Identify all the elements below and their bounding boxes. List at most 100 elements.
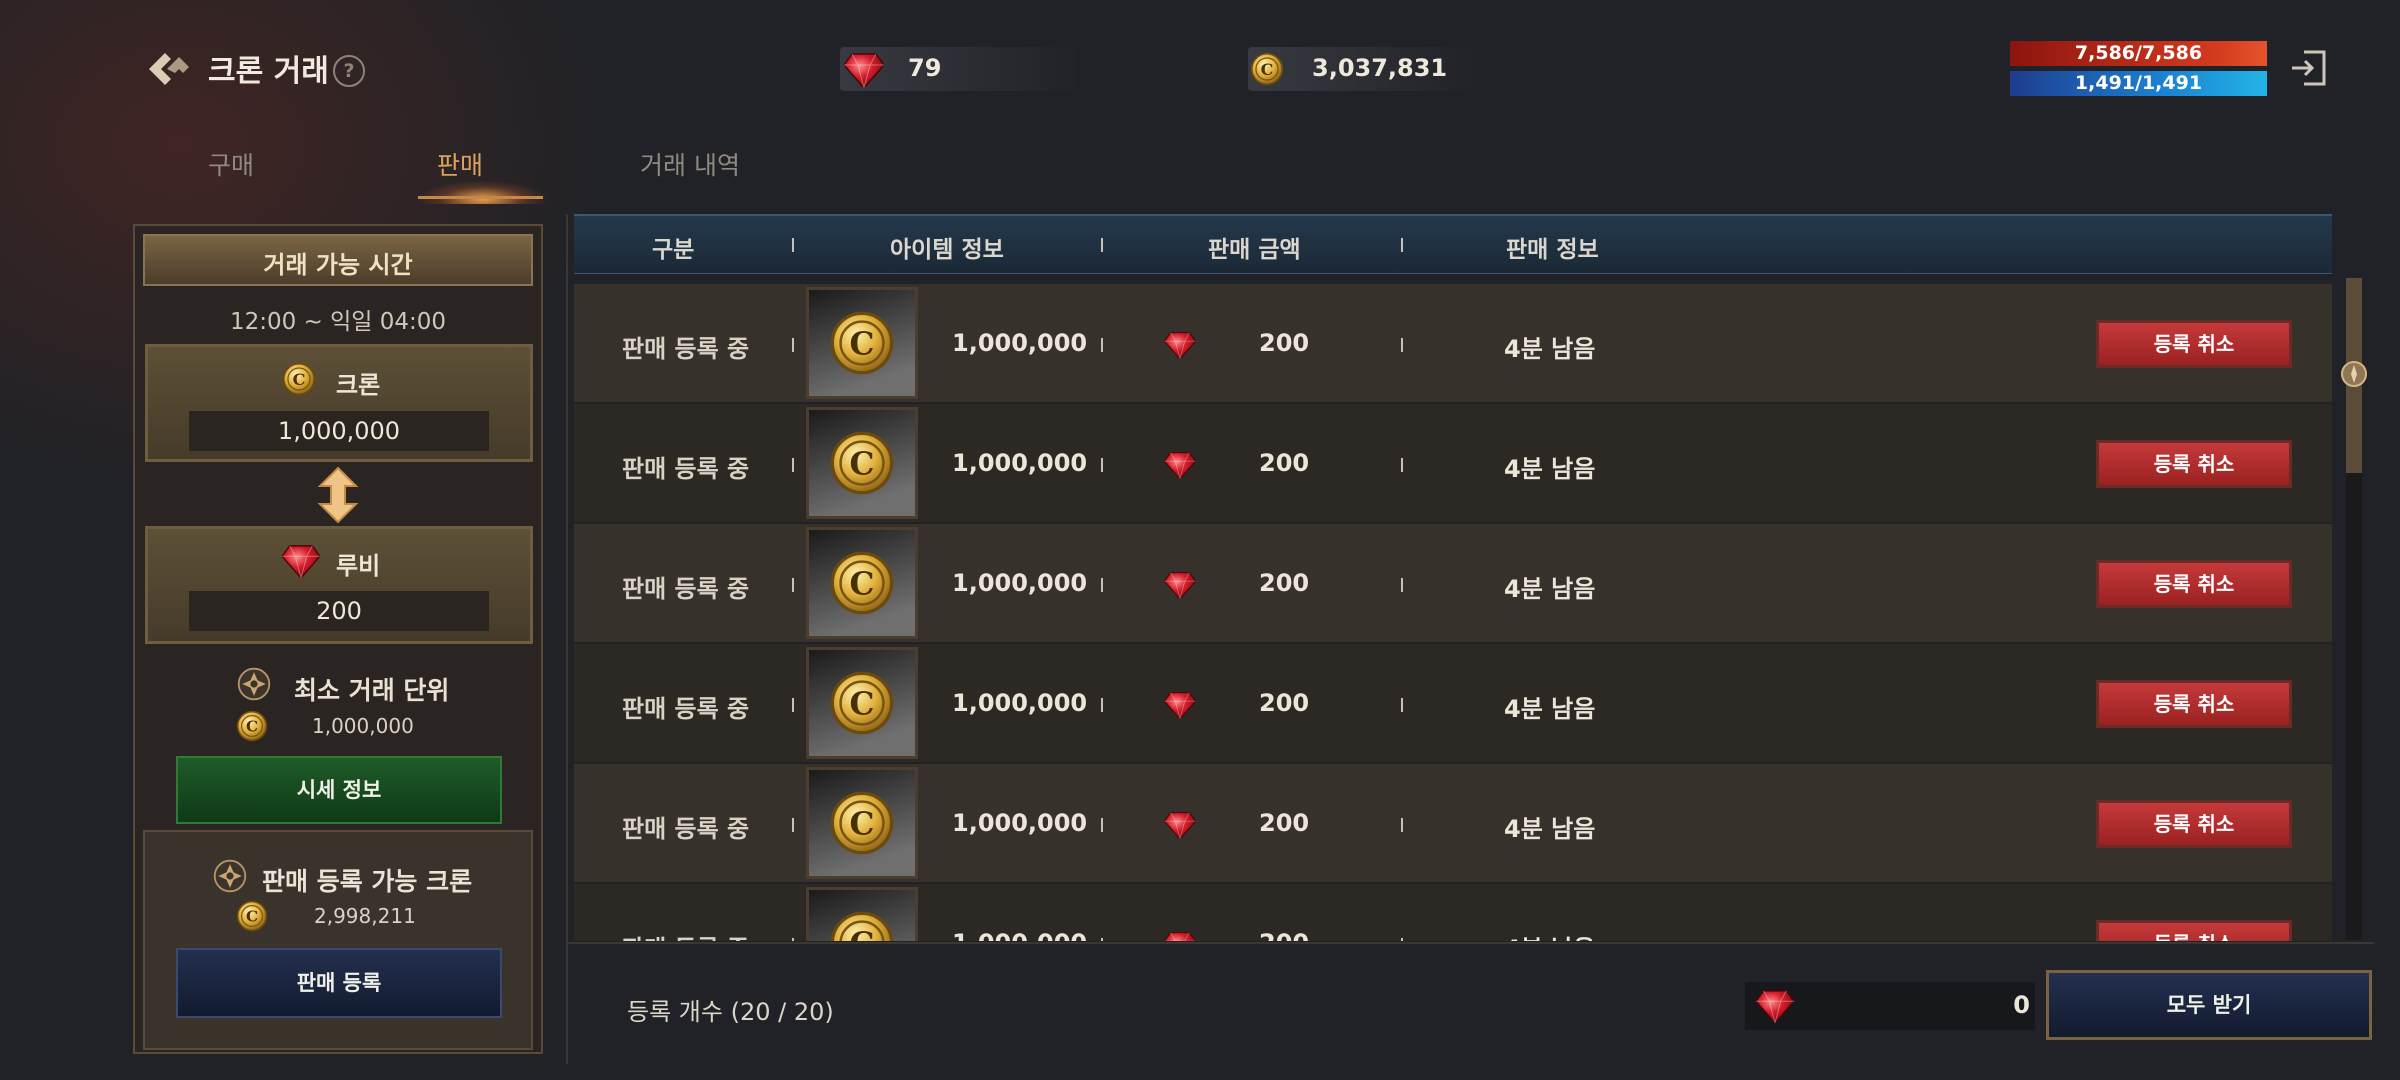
emblem-icon — [212, 858, 248, 894]
hp-bar: 7,586/7,586 — [2010, 41, 2267, 66]
column-divider — [792, 238, 794, 252]
ruby-reward-value: 0 — [2013, 991, 2030, 1019]
column-divider — [1101, 938, 1103, 941]
cancel-listing-button[interactable]: 등록 취소 — [2096, 680, 2292, 728]
scroll-handle-icon[interactable] — [2340, 360, 2368, 388]
panel-divider — [566, 214, 568, 1064]
cancel-listing-button[interactable]: 등록 취소 — [2096, 560, 2292, 608]
table-header — [574, 214, 2332, 274]
active-tab-underline — [418, 196, 543, 199]
row-info: 4분 남음 — [1504, 815, 1596, 843]
ruby-icon — [282, 544, 320, 578]
receive-all-button[interactable]: 모두 받기 — [2046, 970, 2372, 1040]
row-info: 4분 남음 — [1504, 695, 1596, 723]
tab-sell[interactable]: 판매 — [437, 146, 483, 182]
swap-arrow-icon — [317, 466, 359, 524]
column-header-type: 구분 — [652, 237, 695, 263]
kron-label: 크론 — [336, 371, 381, 399]
trade-time-title: 거래 가능 시간 — [263, 251, 413, 279]
gold-coin-icon — [829, 910, 895, 941]
ruby-icon — [1164, 811, 1196, 839]
gold-balance: 3,037,831 — [1312, 54, 1448, 82]
item-slot[interactable] — [806, 407, 918, 519]
column-divider — [1101, 698, 1103, 712]
emblem-icon — [236, 666, 272, 702]
gold-coin-icon — [236, 900, 268, 932]
row-status: 판매 등록 중 — [622, 335, 750, 363]
item-slot[interactable] — [806, 767, 918, 879]
cancel-listing-button[interactable]: 등록 취소 — [2096, 920, 2292, 941]
gold-coin-icon — [829, 670, 895, 736]
row-info: 4분 남음 — [1504, 455, 1596, 483]
ruby-icon — [1164, 451, 1196, 479]
help-icon[interactable]: ? — [333, 55, 365, 87]
column-divider — [1101, 238, 1103, 252]
row-info: 4분 남음 — [1504, 575, 1596, 603]
column-divider — [792, 458, 794, 472]
active-tab-glow — [418, 180, 548, 204]
row-price: 200 — [1259, 449, 1310, 477]
column-divider — [792, 818, 794, 832]
mp-value: 1,491/1,491 — [2074, 72, 2203, 94]
min-trade-unit-label: 최소 거래 단위 — [294, 676, 450, 705]
column-divider — [1101, 458, 1103, 472]
ruby-balance: 79 — [908, 54, 942, 82]
tab-history[interactable]: 거래 내역 — [640, 146, 740, 182]
column-divider — [1101, 338, 1103, 352]
column-divider — [792, 938, 794, 941]
column-divider — [792, 578, 794, 592]
row-price: 200 — [1259, 689, 1310, 717]
ruby-icon — [1164, 691, 1196, 719]
gold-coin-icon — [282, 362, 316, 396]
column-divider — [792, 338, 794, 352]
gold-coin-icon — [829, 550, 895, 616]
exit-icon[interactable] — [2288, 48, 2328, 88]
table-row: 판매 등록 중 1,000,000 200 4분 남음 등록 취소 — [574, 764, 2332, 882]
column-divider — [1101, 818, 1103, 832]
row-price: 200 — [1259, 569, 1310, 597]
table-row: 판매 등록 중 1,000,000 200 4분 남음 등록 취소 — [574, 404, 2332, 522]
trade-time: 12:00 ~ 익일 04:00 — [229, 309, 447, 335]
page-title: 크론 거래 — [208, 54, 329, 89]
sellable-kron-label: 판매 등록 가능 크론 — [262, 867, 473, 896]
table-row: 판매 등록 중 1,000,000 200 4분 남음 등록 취소 — [574, 884, 2332, 941]
kron-amount-field[interactable]: 1,000,000 — [189, 411, 489, 451]
column-header-price: 판매 금액 — [1208, 237, 1301, 263]
column-divider — [1401, 458, 1403, 472]
row-status: 판매 등록 중 — [622, 815, 750, 843]
ruby-label: 루비 — [336, 552, 381, 580]
item-slot[interactable] — [806, 647, 918, 759]
register-sale-button[interactable]: 판매 등록 — [176, 948, 502, 1018]
column-divider — [1101, 578, 1103, 592]
ruby-icon — [1164, 331, 1196, 359]
row-status: 판매 등록 중 — [622, 455, 750, 483]
item-slot[interactable] — [806, 887, 918, 941]
column-divider — [1401, 938, 1403, 941]
column-divider — [792, 698, 794, 712]
row-info: 4분 남음 — [1504, 929, 1595, 941]
item-slot[interactable] — [806, 527, 918, 639]
gold-coin-icon — [829, 790, 895, 856]
row-status: 판매 등록 중 — [622, 695, 750, 723]
sellable-kron-value: 2,998,211 — [314, 904, 416, 928]
row-amount: 1,000,000 — [952, 569, 1088, 597]
cancel-listing-button[interactable]: 등록 취소 — [2096, 440, 2292, 488]
table-row: 판매 등록 중 1,000,000 200 4분 남음 등록 취소 — [574, 524, 2332, 642]
column-divider — [1401, 338, 1403, 352]
mp-bar: 1,491/1,491 — [2010, 71, 2267, 96]
ruby-icon — [844, 52, 884, 88]
market-info-button[interactable]: 시세 정보 — [176, 756, 502, 824]
ruby-amount-field[interactable]: 200 — [189, 591, 489, 631]
row-amount: 1,000,000 — [952, 449, 1088, 477]
ruby-icon — [1164, 571, 1196, 599]
tab-buy[interactable]: 구매 — [208, 146, 254, 182]
gold-coin-icon — [236, 710, 268, 742]
table-row: 판매 등록 중 1,000,000 200 4분 남음 등록 취소 — [574, 284, 2332, 402]
row-price: 200 — [1259, 329, 1310, 357]
gold-coin-icon — [829, 310, 895, 376]
cancel-listing-button[interactable]: 등록 취소 — [2096, 320, 2292, 368]
cancel-listing-button[interactable]: 등록 취소 — [2096, 800, 2292, 848]
item-slot[interactable] — [806, 287, 918, 399]
kron-logo-icon — [149, 53, 189, 85]
row-amount: 1,000,000 — [952, 929, 1087, 941]
